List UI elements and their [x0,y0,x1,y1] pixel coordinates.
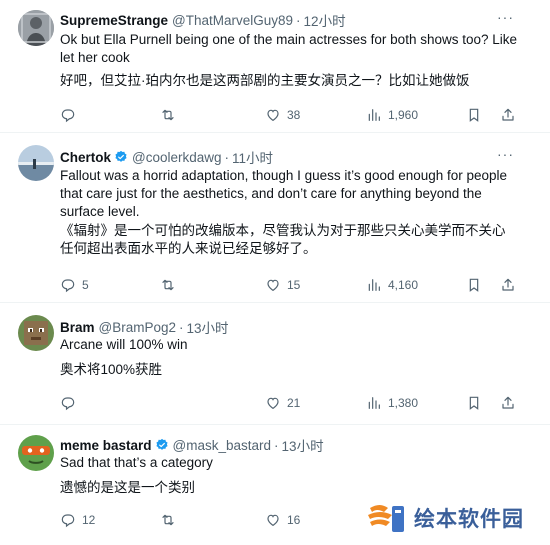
watermark: 绘本软件园 [366,500,524,536]
action-bar: 21 1,380 [60,395,520,415]
reply-icon [60,107,76,123]
like-icon [265,107,281,123]
display-name[interactable]: meme bastard [60,438,152,453]
user-handle[interactable]: @ThatMarvelGuy89 [172,13,293,28]
share-icon [500,395,516,411]
bookmark-icon [466,395,482,411]
verified-icon [114,150,128,164]
separator-dot: · [224,149,230,165]
display-name[interactable]: SupremeStrange [60,13,168,28]
timestamp[interactable]: 13小时 [282,435,324,455]
tweet-text-translation: 奥术将100%获胜 [60,362,163,377]
separator-dot: · [179,319,184,335]
share-button[interactable] [500,277,516,293]
bookmark-button[interactable] [466,107,482,123]
avatar[interactable] [18,145,54,181]
share-icon [500,277,516,293]
watermark-text: 绘本软件园 [414,508,524,531]
like-count: 21 [287,396,301,410]
reply-icon [60,277,76,293]
avatar[interactable] [18,435,54,471]
tweet-text-translation: 遗憾的是这是一个类别 [60,480,195,495]
more-icon[interactable]: ··· [497,146,514,162]
share-button[interactable] [500,395,516,411]
views-button[interactable]: 1,380 [366,395,418,411]
views-icon [366,395,382,411]
separator-dot: · [296,12,301,28]
tweet-text-translation: 《辐射》是一个可怕的改编版本，尽管我认为对于那些只关心美学而不关心任何超出表面水… [60,223,506,256]
reply-count: 5 [82,278,89,292]
tweet-text-en: Ok but Ella Purnell being one of the mai… [60,32,518,65]
retweet-button[interactable] [160,107,182,123]
reply-count: 12 [82,513,96,527]
retweet-button[interactable] [160,512,182,528]
verified-icon [155,438,169,452]
like-button[interactable]: 21 [265,395,300,411]
tweet-item[interactable]: Chertok @coolerkdawg · 11小时 ··· Fallout … [0,133,550,303]
reply-button[interactable] [60,395,82,411]
like-icon [265,277,281,293]
views-icon [366,277,382,293]
views-icon [366,107,382,123]
retweet-icon [160,107,176,123]
tweet-item[interactable]: SupremeStrange @ThatMarvelGuy89 · 12小时 ·… [0,0,550,133]
display-name[interactable]: Chertok [60,150,111,165]
like-icon [265,512,281,528]
views-button[interactable]: 1,960 [366,107,418,123]
bookmark-button[interactable] [466,395,482,411]
user-handle[interactable]: @BramPog2 [99,320,177,335]
avatar[interactable] [18,315,54,351]
reply-icon [60,512,76,528]
share-icon [500,107,516,123]
user-handle[interactable]: @mask_bastard [173,438,272,453]
action-bar: 5 15 4,160 [60,277,520,297]
tweet-header: SupremeStrange @ThatMarvelGuy89 · 12小时 [60,10,346,30]
like-button[interactable]: 16 [265,512,300,528]
view-count: 4,160 [388,278,419,292]
retweet-button[interactable] [160,277,182,293]
timestamp[interactable]: 11小时 [232,147,273,167]
watermark-logo [368,505,404,532]
tweet-header: Chertok @coolerkdawg · 11小时 [60,147,273,167]
reply-button[interactable] [60,107,82,123]
like-icon [265,395,281,411]
share-button[interactable] [500,107,516,123]
tweet-item[interactable]: Bram @BramPog2 · 13小时 Arcane will 100% w… [0,303,550,425]
more-icon[interactable]: ··· [497,9,514,25]
separator-dot: · [274,437,279,453]
reply-button[interactable]: 5 [60,277,89,293]
like-count: 15 [287,278,301,292]
timestamp[interactable]: 13小时 [187,317,229,337]
reply-icon [60,395,76,411]
action-bar: 38 1,960 [60,107,520,127]
view-count: 1,960 [388,108,419,122]
bookmark-icon [466,277,482,293]
reply-button[interactable]: 12 [60,512,95,528]
view-count: 1,380 [388,396,419,410]
tweet-header: Bram @BramPog2 · 13小时 [60,317,229,337]
bookmark-icon [466,107,482,123]
like-count: 16 [287,513,301,527]
tweet-text-translation: 好吧，但艾拉·珀内尔也是这两部剧的主要女演员之一？比如让她做饭 [60,73,470,88]
tweet-text-en: Fallout was a horrid adaptation, though … [60,168,508,219]
like-button[interactable]: 15 [265,277,300,293]
user-handle[interactable]: @coolerkdawg [132,150,222,165]
retweet-icon [160,512,176,528]
tweet-header: meme bastard @mask_bastard · 13小时 [60,435,324,455]
tweet-text-en: Arcane will 100% win [60,337,188,352]
like-count: 38 [287,108,301,122]
retweet-icon [160,277,176,293]
timestamp[interactable]: 12小时 [304,10,346,30]
like-button[interactable]: 38 [265,107,300,123]
tweet-text-en: Sad that that’s a category [60,455,213,470]
display-name[interactable]: Bram [60,320,95,335]
views-button[interactable]: 4,160 [366,277,418,293]
avatar[interactable] [18,10,54,46]
bookmark-button[interactable] [466,277,482,293]
